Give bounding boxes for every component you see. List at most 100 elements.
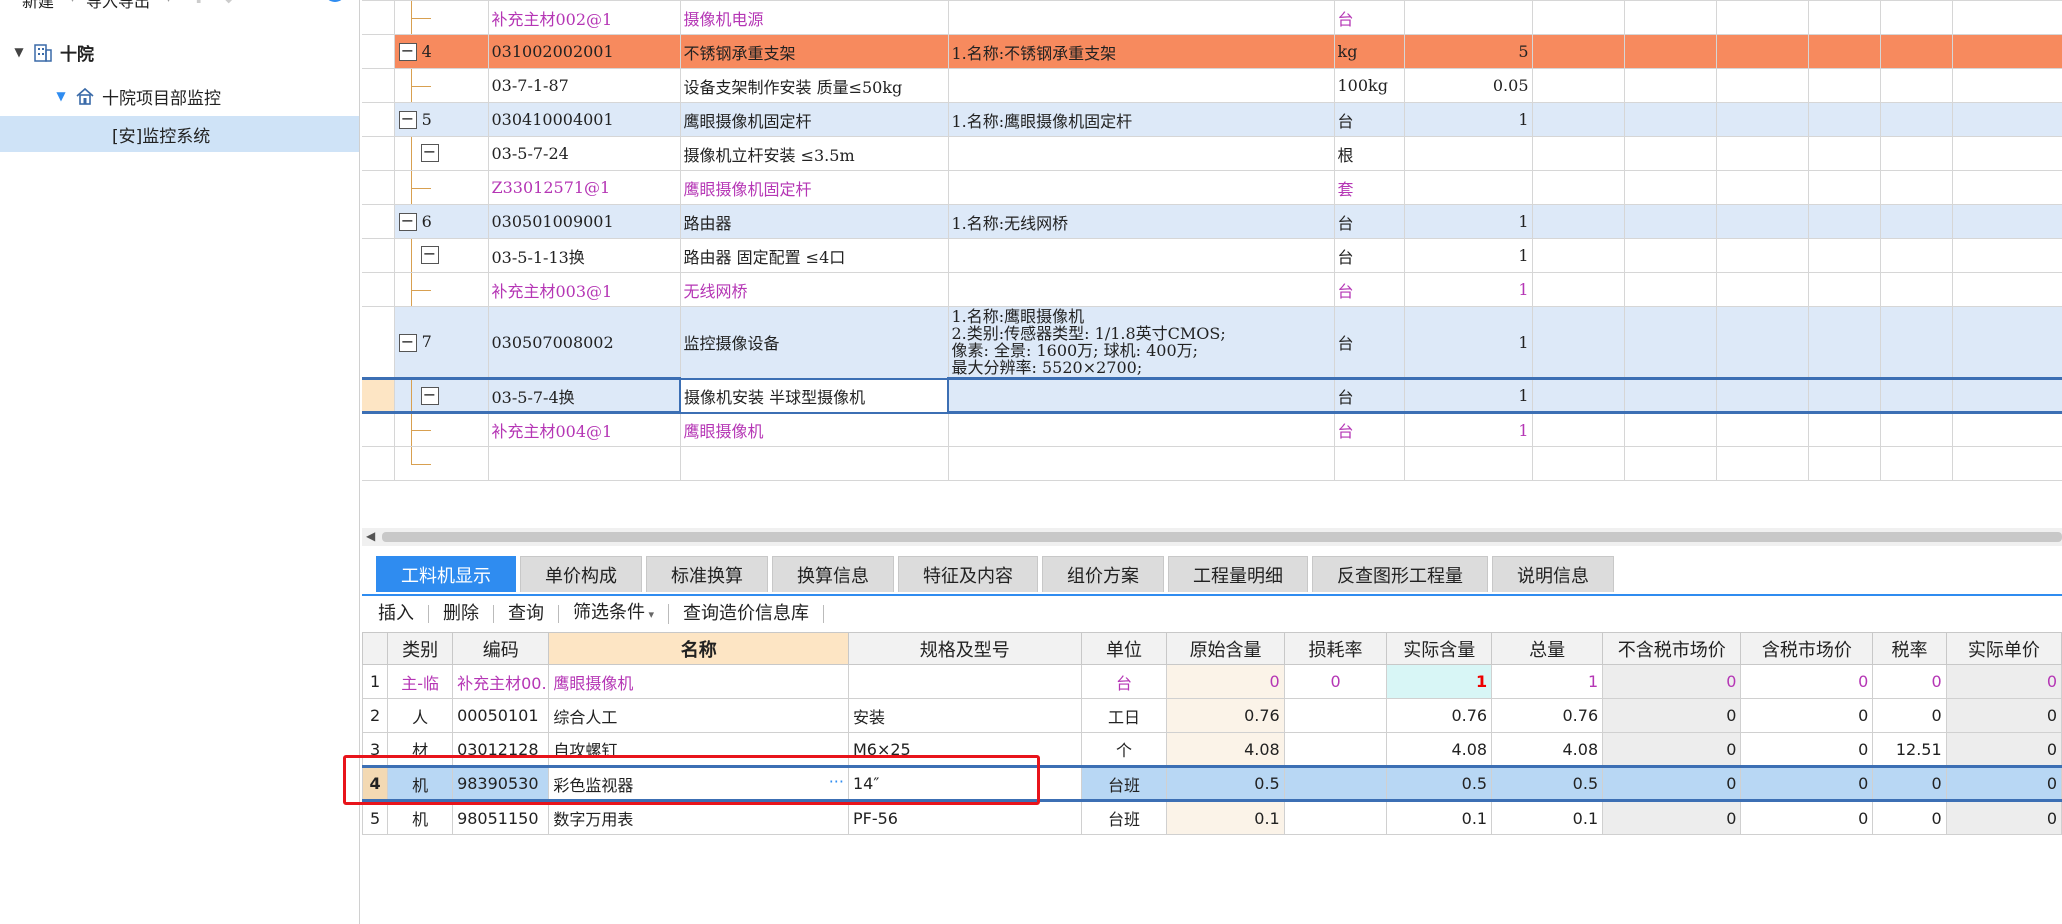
tab-pricing-scheme[interactable]: 组价方案 xyxy=(1042,556,1164,592)
header-spec[interactable]: 规格及型号 xyxy=(847,632,1082,665)
quantity-cell[interactable] xyxy=(1403,446,1533,481)
actual-qty-cell[interactable]: 0.1 xyxy=(1386,800,1493,835)
code-cell[interactable]: 00050101 xyxy=(452,698,550,733)
header-actual-price[interactable]: 实际单价 xyxy=(1945,632,2062,665)
loss-rate-cell[interactable] xyxy=(1283,765,1388,802)
unit-cell[interactable] xyxy=(1333,446,1405,481)
query-button[interactable]: 查询 xyxy=(508,605,559,623)
code-cell[interactable]: 98051150 xyxy=(452,800,550,835)
original-qty-cell[interactable]: 0.76 xyxy=(1166,698,1285,733)
collapse-icon[interactable]: − xyxy=(398,333,417,352)
feature-cell[interactable] xyxy=(947,68,1335,103)
code-cell[interactable]: Z33012571@1 xyxy=(487,170,681,205)
tab-features[interactable]: 特征及内容 xyxy=(898,556,1038,592)
name-cell[interactable]: 综合人工 xyxy=(548,698,849,733)
tree-cell[interactable]: − 4 xyxy=(393,34,489,69)
actual-qty-cell[interactable]: 0.5 xyxy=(1386,765,1493,802)
code-cell[interactable]: 030507008002 xyxy=(487,306,681,379)
bill-row[interactable]: − 03-5-7-4换 摄像机安装 半球型摄像机 台 1 xyxy=(362,377,2062,414)
original-qty-cell[interactable]: 0 xyxy=(1166,664,1285,699)
code-cell[interactable]: 03-5-7-4换 xyxy=(487,377,681,414)
resource-row[interactable]: 5 机 98051150 数字万用表 PF-56 台班 0.1 0.1 0.1 0 0 0 0 xyxy=(362,800,2062,835)
unit-cell[interactable]: 个 xyxy=(1080,732,1168,767)
name-cell[interactable]: 监控摄像设备 xyxy=(679,306,949,379)
tree-cell[interactable] xyxy=(393,170,489,205)
actual-price-cell[interactable]: 0 xyxy=(1945,732,2062,767)
resource-row[interactable]: 4 机 98390530 彩色监视器 ··· 14″ 台班 0.5 0.5 0.5 0 0 0 0 xyxy=(362,765,2062,802)
scroll-left-icon[interactable]: ◀ xyxy=(366,529,375,543)
collapse-icon[interactable]: − xyxy=(420,144,439,162)
filter-dropdown[interactable]: 筛选条件 ▾ xyxy=(573,604,670,624)
unit-cell[interactable]: 台 xyxy=(1333,272,1405,307)
feature-cell[interactable] xyxy=(947,136,1335,171)
name-cell[interactable]: 摄像机电源 xyxy=(679,0,949,35)
header-code[interactable]: 编码 xyxy=(452,632,550,665)
feature-cell[interactable] xyxy=(947,170,1335,205)
horizontal-scrollbar[interactable]: ◀ xyxy=(362,528,2062,546)
code-cell[interactable]: 补充主材00… xyxy=(452,664,550,699)
tree-cell[interactable]: − 7 xyxy=(393,306,489,379)
tax-rate-cell[interactable]: 0 xyxy=(1872,765,1947,802)
original-qty-cell[interactable]: 0.1 xyxy=(1166,800,1285,835)
header-loss-rate[interactable]: 损耗率 xyxy=(1283,632,1388,665)
type-cell[interactable]: 机 xyxy=(387,800,454,835)
expand-triangle-icon[interactable]: ▼ xyxy=(54,89,68,103)
collapse-icon[interactable]: − xyxy=(398,213,417,232)
more-options-icon[interactable]: ··· xyxy=(829,772,844,791)
code-cell[interactable]: 030501009001 xyxy=(487,204,681,239)
spec-cell[interactable]: 安装 xyxy=(847,698,1082,733)
bill-row[interactable]: − 03-5-7-24 摄像机立杆安装 ≤3.5m 根 xyxy=(362,136,2062,171)
unit-cell[interactable]: 套 xyxy=(1333,170,1405,205)
tax-rate-cell[interactable]: 0 xyxy=(1872,698,1947,733)
quantity-cell[interactable]: 1 xyxy=(1403,204,1533,239)
quantity-cell[interactable]: 1 xyxy=(1403,272,1533,307)
bill-row[interactable]: − 03-5-1-13换 路由器 固定配置 ≤4口 台 1 xyxy=(362,238,2062,273)
code-cell[interactable]: 03012128 xyxy=(452,732,550,767)
price-inc-tax-cell[interactable]: 0 xyxy=(1740,698,1874,733)
actual-qty-cell[interactable]: 4.08 xyxy=(1386,732,1493,767)
feature-cell[interactable]: 1.名称:鹰眼摄像机 2.类别:传感器类型: 1/1.8英寸CMOS; 像素: 全景… xyxy=(947,306,1335,379)
resource-row[interactable]: 2 人 00050101 综合人工 安装 工日 0.76 0.76 0.76 0 0 0 0 xyxy=(362,698,2062,733)
tab-conversion-info[interactable]: 换算信息 xyxy=(772,556,894,592)
name-cell[interactable]: 设备支架制作安装 质量≤50kg xyxy=(679,68,949,103)
header-original-qty[interactable]: 原始含量 xyxy=(1166,632,1285,665)
tab-reverse-graphic[interactable]: 反查图形工程量 xyxy=(1312,556,1488,592)
resource-row[interactable]: 3 材 03012128 自攻螺钉 M6×25 个 4.08 4.08 4.08 0 0 12.51 0 xyxy=(362,732,2062,767)
header-actual-qty[interactable]: 实际含量 xyxy=(1386,632,1493,665)
quantity-cell[interactable]: 1 xyxy=(1403,412,1533,447)
loss-rate-cell[interactable] xyxy=(1283,800,1388,835)
unit-cell[interactable]: 台班 xyxy=(1080,800,1168,835)
tab-description[interactable]: 说明信息 xyxy=(1492,556,1614,592)
quantity-cell[interactable] xyxy=(1403,170,1533,205)
tax-rate-cell[interactable]: 0 xyxy=(1872,664,1947,699)
collapse-icon[interactable]: − xyxy=(398,111,417,130)
total-cell[interactable]: 0.5 xyxy=(1491,765,1604,802)
name-cell[interactable] xyxy=(679,446,949,481)
feature-cell[interactable]: 1.名称:鹰眼摄像机固定杆 xyxy=(947,102,1335,137)
tree-cell[interactable] xyxy=(393,446,489,481)
header-tax-rate[interactable]: 税率 xyxy=(1872,632,1947,665)
collapse-icon[interactable]: − xyxy=(398,43,417,62)
feature-cell[interactable]: 1.名称:不锈钢承重支架 xyxy=(947,34,1335,69)
unit-cell[interactable]: kg xyxy=(1333,34,1405,69)
tree-cell[interactable] xyxy=(393,412,489,447)
name-cell[interactable]: 不锈钢承重支架 xyxy=(679,34,949,69)
scrollbar-thumb[interactable] xyxy=(382,532,2062,542)
bill-row[interactable]: 补充主材004@1 鹰眼摄像机 台 1 xyxy=(362,412,2062,447)
code-cell[interactable]: 补充主材004@1 xyxy=(487,412,681,447)
bill-row[interactable]: − 5 030410004001 鹰眼摄像机固定杆 1.名称:鹰眼摄像机固定杆台 1 xyxy=(362,102,2062,137)
type-cell[interactable]: 人 xyxy=(387,698,454,733)
name-cell[interactable]: 鹰眼摄像机 xyxy=(548,664,849,699)
name-cell[interactable]: 彩色监视器 ··· xyxy=(548,765,849,802)
price-library-button[interactable]: 查询造价信息库 xyxy=(683,605,825,623)
quantity-cell[interactable]: 1 xyxy=(1403,306,1533,379)
price-inc-tax-cell[interactable]: 0 xyxy=(1740,765,1874,802)
tab-standard-conversion[interactable]: 标准换算 xyxy=(646,556,768,592)
type-cell[interactable]: 主-临 xyxy=(387,664,454,699)
quantity-cell[interactable]: 1 xyxy=(1403,377,1533,414)
total-cell[interactable]: 4.08 xyxy=(1491,732,1604,767)
tree-node-project[interactable]: ▼ 十院项目部监控 xyxy=(0,78,359,114)
unit-cell[interactable]: 台 xyxy=(1333,377,1405,414)
price-inc-tax-cell[interactable]: 0 xyxy=(1740,664,1874,699)
name-cell[interactable]: 摄像机安装 半球型摄像机 xyxy=(679,377,949,414)
